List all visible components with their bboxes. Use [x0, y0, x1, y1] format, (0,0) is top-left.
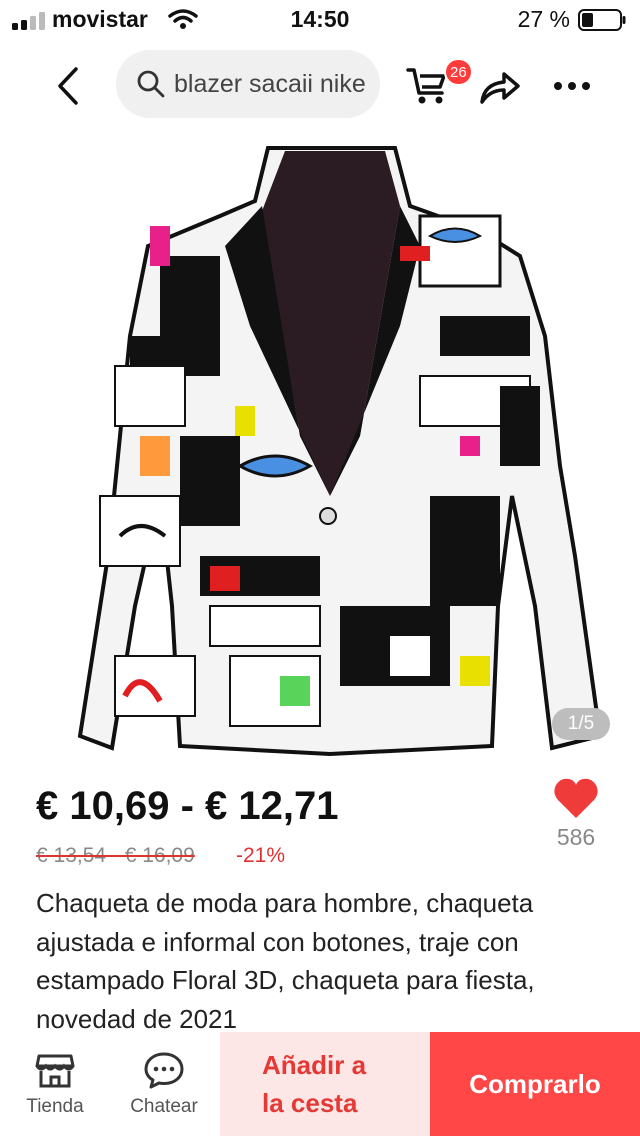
discount-badge: -21% [236, 844, 286, 867]
status-bar: movistar 14:50 27 % [0, 0, 640, 40]
more-icon-dot [582, 82, 590, 90]
add-to-cart-label-line1: Añadir a [262, 1050, 367, 1080]
more-button[interactable] [548, 64, 596, 108]
back-icon [58, 67, 78, 105]
chat-icon [144, 1052, 184, 1089]
top-nav: blazer sacaii nike 26 [0, 44, 640, 128]
heart-icon[interactable] [552, 776, 600, 820]
store-label: Tienda [26, 1096, 84, 1117]
search-query: blazer sacaii nike [174, 69, 366, 98]
more-icon-dot [554, 82, 562, 90]
product-title: Chaqueta de moda para hombre, chaqueta a… [36, 888, 535, 1034]
add-to-cart-label-line2: la cesta [262, 1088, 358, 1118]
product-image [77, 146, 603, 757]
buy-now-label: Comprarlo [469, 1068, 601, 1099]
more-icon-dot [568, 82, 576, 90]
back-button[interactable] [44, 62, 92, 110]
chat-tab[interactable]: Chatear [118, 1032, 210, 1136]
bottom-action-bar: Tienda Chatear Añadir a la cesta Comprar… [0, 1032, 640, 1136]
chat-label: Chatear [130, 1096, 198, 1117]
battery-icon [578, 9, 626, 31]
add-to-cart-button[interactable]: Añadir a la cesta [220, 1032, 430, 1136]
search-bar[interactable]: blazer sacaii nike [116, 50, 380, 118]
favorite-count: 586 [556, 824, 596, 850]
original-price: € 13,54 - € 16,09 [36, 844, 195, 867]
price-range: € 10,69 - € 12,71 [36, 784, 339, 828]
store-icon [35, 1054, 75, 1088]
product-image-gallery[interactable]: 1/5 [0, 136, 640, 760]
store-tab[interactable]: Tienda [14, 1032, 96, 1136]
share-icon [480, 72, 520, 104]
image-counter: 1/5 [552, 708, 610, 740]
cart-count-badge: 26 [444, 58, 473, 86]
buy-now-button[interactable]: Comprarlo [430, 1032, 640, 1136]
battery-percentage: 27 % [517, 6, 570, 32]
search-icon [137, 70, 165, 98]
share-button[interactable] [476, 64, 524, 108]
